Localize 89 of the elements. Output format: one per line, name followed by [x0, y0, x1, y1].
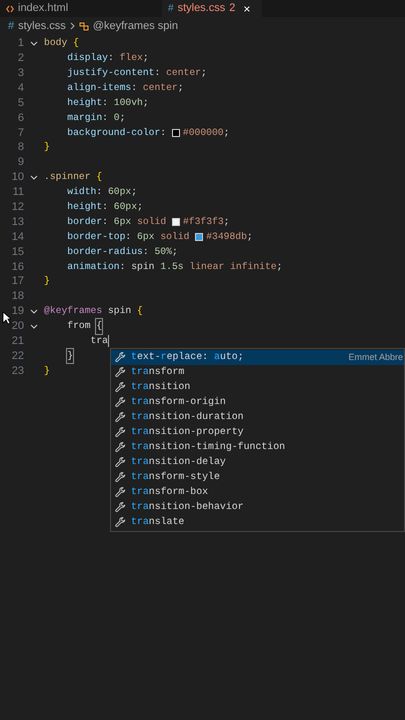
wrench-icon: [115, 427, 126, 438]
line-number: 23: [12, 364, 24, 379]
line-number: 10: [12, 170, 24, 186]
wrench-icon: [115, 412, 126, 423]
code-line: align-items: center;: [67, 80, 184, 95]
line-number: 1: [18, 36, 24, 52]
line-number: 9: [18, 155, 24, 170]
color-swatch[interactable]: [172, 218, 180, 226]
chevron-down-icon[interactable]: [30, 40, 38, 46]
code-line: .spinner {: [44, 170, 102, 184]
tab-label: index.html: [18, 3, 68, 14]
line-number: 16: [12, 260, 24, 275]
breadcrumb-symbol[interactable]: @keyframes spin: [92, 18, 178, 34]
chevron-right-icon: [70, 22, 75, 30]
line-number: 11: [12, 185, 24, 200]
hash-icon: #: [168, 4, 174, 14]
hash-icon: #: [8, 18, 14, 34]
code-line: height: 60px;: [67, 200, 143, 214]
code-line: justify-content: center;: [67, 66, 207, 80]
suggestion-item[interactable]: transition-property: [111, 425, 404, 440]
code-line: from {: [67, 319, 102, 334]
chevron-down-icon[interactable]: [30, 174, 38, 180]
code-line: display: flex;: [67, 51, 149, 66]
line-number: 7: [18, 126, 24, 141]
line-number: 15: [12, 244, 24, 260]
problem-count: 2: [229, 3, 236, 14]
line-number: 5: [18, 96, 24, 111]
breadcrumb-file[interactable]: styles.css: [18, 18, 66, 34]
line-number: 12: [12, 200, 24, 215]
code-line: }: [44, 140, 50, 154]
code-line: width: 60px;: [67, 185, 138, 200]
code-line: animation: spin 1.5s linear infinite;: [67, 260, 282, 274]
code-line: body {: [44, 36, 79, 50]
suggestion-item[interactable]: transition-behavior: [111, 500, 404, 515]
wrench-icon: [115, 442, 126, 453]
code-line: border-top: 6px solid #3498db;: [67, 230, 253, 244]
suggestion-item[interactable]: transform: [111, 365, 404, 380]
line-number: 6: [18, 110, 24, 126]
wrench-icon: [115, 367, 126, 378]
code-line: }: [44, 364, 50, 378]
chevron-down-icon[interactable]: [30, 308, 38, 314]
color-swatch[interactable]: [195, 233, 204, 242]
suggestion-detail: Emmet Abbre: [348, 350, 403, 364]
code-line: tra: [90, 334, 109, 349]
wrench-icon: [115, 502, 126, 513]
line-number: 18: [12, 289, 24, 304]
line-number: 3: [18, 66, 24, 81]
suggestion-item[interactable]: transition: [111, 380, 404, 395]
suggestion-item[interactable]: translate: [111, 515, 404, 530]
suggestion-item[interactable]: transition-duration: [111, 410, 404, 425]
wrench-icon: [115, 457, 126, 468]
code-line: }: [44, 274, 50, 288]
line-number: 20: [12, 319, 24, 334]
suggestion-item[interactable]: transform-origin: [111, 395, 404, 410]
symbol-icon: [78, 21, 89, 31]
line-number: 14: [12, 230, 24, 245]
suggestion-item[interactable]: text-replace: auto; Emmet Abbre: [111, 350, 404, 365]
wrench-icon: [115, 487, 126, 498]
line-number: 2: [18, 51, 24, 66]
color-swatch[interactable]: [172, 128, 180, 137]
chevron-down-icon[interactable]: [30, 324, 38, 329]
code-line: height: 100vh;: [67, 96, 149, 110]
wrench-icon: [115, 472, 126, 483]
code-line: border-radius: 50%;: [67, 244, 178, 259]
code-line: margin: 0;: [67, 110, 126, 125]
suggestion-item[interactable]: transition-timing-function: [111, 440, 404, 455]
suggestion-item[interactable]: transition-delay: [111, 455, 404, 470]
code-line: background-color: #000000;: [67, 126, 230, 140]
line-number: 8: [18, 140, 24, 156]
line-number: 4: [18, 80, 24, 96]
wrench-icon: [115, 352, 126, 363]
suggestion-item[interactable]: transform-style: [111, 470, 404, 485]
mouse-pointer-icon: [2, 311, 11, 325]
code-brackets-icon: [6, 4, 14, 12]
wrench-icon: [115, 397, 126, 408]
code-line: @keyframes spin {: [44, 304, 143, 318]
file-tab[interactable]: # styles.css 2 ×: [162, 0, 262, 17]
code-line: border: 6px solid #f3f3f3;: [67, 214, 230, 229]
line-number: 22: [12, 348, 24, 364]
line-number: 21: [12, 334, 24, 350]
line-number: 13: [12, 214, 24, 230]
wrench-icon: [115, 517, 126, 528]
tab-label: styles.css: [178, 3, 226, 14]
line-number: 17: [12, 274, 24, 290]
line-number: 19: [12, 304, 24, 320]
code-line: }: [67, 348, 74, 364]
wrench-icon: [115, 382, 126, 393]
suggestion-item[interactable]: transform-box: [111, 485, 404, 500]
close-button[interactable]: ×: [243, 2, 250, 14]
